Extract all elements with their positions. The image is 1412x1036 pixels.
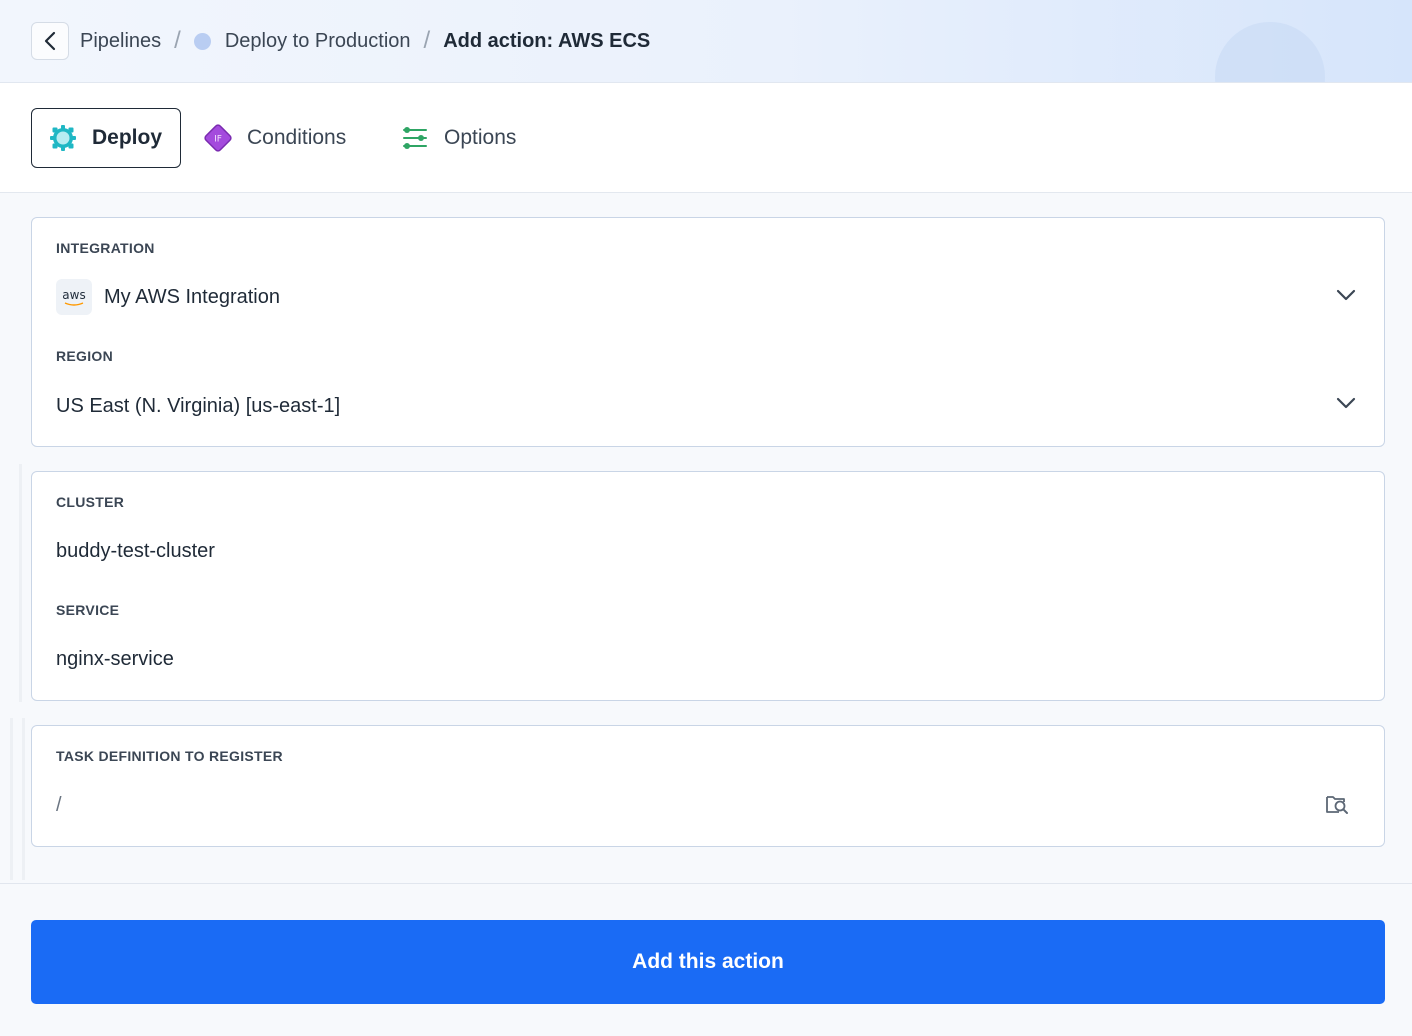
breadcrumb-separator: / (174, 27, 181, 54)
chevron-down-icon[interactable] (1336, 288, 1356, 302)
left-rail (19, 464, 22, 702)
back-button[interactable] (31, 22, 69, 60)
region-label: REGION (56, 348, 114, 364)
action-tabs: Deploy IF Conditions Options (0, 83, 1412, 193)
integration-region-card: INTEGRATION aws My AWS Integration REGIO… (31, 217, 1385, 447)
breadcrumb-separator: / (423, 27, 431, 54)
chevron-down-icon[interactable] (1336, 396, 1356, 410)
breadcrumb: Pipelines / Deploy to Production / Add a… (80, 22, 650, 60)
integration-label: INTEGRATION (56, 240, 155, 256)
task-definition-value: / (56, 793, 62, 816)
task-definition-input[interactable]: / (56, 790, 62, 820)
page-title: Add action: AWS ECS (443, 29, 651, 52)
cluster-service-card: CLUSTER buddy-test-cluster SERVICE nginx… (31, 471, 1385, 701)
tab-deploy-label: Deploy (92, 126, 163, 149)
breadcrumb-pipeline[interactable]: Deploy to Production (225, 30, 411, 53)
service-label: SERVICE (56, 602, 120, 618)
breadcrumb-pipelines[interactable]: Pipelines (80, 30, 161, 53)
left-rail (10, 718, 13, 880)
service-input[interactable]: nginx-service (56, 644, 174, 674)
region-value: US East (N. Virginia) [us-east-1] (56, 394, 341, 417)
cluster-input[interactable]: buddy-test-cluster (56, 536, 215, 566)
if-diamond-icon: IF (203, 123, 233, 153)
header-decoration (1215, 22, 1325, 82)
region-select[interactable]: US East (N. Virginia) [us-east-1] (56, 391, 340, 421)
browse-files-icon[interactable] (1324, 791, 1350, 817)
tab-deploy[interactable]: Deploy (31, 108, 181, 168)
aws-smile-icon (64, 301, 84, 306)
pipeline-status-dot-icon (193, 32, 211, 50)
sliders-icon (400, 123, 430, 153)
svg-text:IF: IF (214, 135, 222, 145)
left-rail (22, 718, 25, 880)
task-definition-card: TASK DEFINITION TO REGISTER / (31, 725, 1385, 847)
deploy-gear-icon (48, 123, 78, 153)
integration-select[interactable]: aws My AWS Integration (56, 279, 280, 315)
tab-options-label: Options (444, 126, 517, 149)
integration-value: My AWS Integration (104, 285, 280, 308)
top-header: Pipelines / Deploy to Production / Add a… (0, 0, 1412, 83)
tab-options[interactable]: Options (400, 108, 516, 168)
chevron-left-icon (44, 31, 56, 51)
aws-logo-icon: aws (56, 279, 92, 315)
footer-divider (0, 883, 1412, 884)
tab-conditions-label: Conditions (247, 126, 347, 149)
service-value: nginx-service (56, 647, 174, 670)
cluster-label: CLUSTER (56, 494, 125, 510)
task-definition-label: TASK DEFINITION TO REGISTER (56, 748, 283, 764)
add-action-button[interactable]: Add this action (31, 920, 1385, 1004)
tab-conditions[interactable]: IF Conditions (203, 108, 346, 168)
cluster-value: buddy-test-cluster (56, 539, 215, 562)
